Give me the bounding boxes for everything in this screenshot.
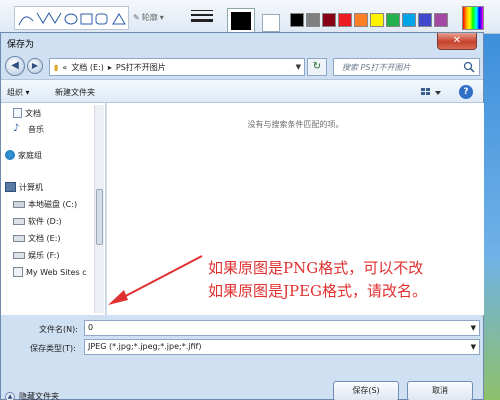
chevron-down-icon: ▾: [159, 12, 164, 22]
cancel-button[interactable]: 取消: [407, 381, 473, 400]
system-drive-icon: [13, 200, 25, 208]
palette-swatch[interactable]: [338, 13, 352, 27]
address-prefix: «: [62, 62, 68, 72]
palette-swatch[interactable]: [386, 13, 400, 27]
palette-swatch[interactable]: [290, 13, 304, 27]
nav-item-computer[interactable]: 计算机: [5, 179, 100, 195]
brush-icon: ✎: [133, 12, 140, 22]
organize-button[interactable]: 组织 ▾: [7, 87, 30, 98]
filename-field[interactable]: 0 ▼: [84, 320, 480, 336]
close-button[interactable]: ✕: [437, 33, 477, 50]
search-icon: [463, 61, 475, 73]
new-folder-button[interactable]: 新建文件夹: [55, 87, 95, 98]
back-arrow-icon: ◀: [11, 60, 19, 71]
folder-icon: ▮: [54, 62, 59, 72]
color1-selector[interactable]: [227, 8, 255, 34]
nav-item-homegroup[interactable]: 家庭组: [5, 147, 100, 163]
edit-colors-icon[interactable]: [462, 6, 484, 30]
nav-item-label: 音乐: [28, 124, 44, 134]
annotation-arrow-icon: [108, 255, 203, 305]
outline-label: 轮廓: [141, 12, 158, 22]
drive-icon: [13, 234, 25, 242]
palette-swatch[interactable]: [418, 13, 432, 27]
computer-icon: [5, 182, 16, 192]
save-as-dialog: 保存为 ✕ ◀ ▶ ▮ « 文档 (E:) ▸ PS打不开图片 ▼ ↻ 搜索 P…: [0, 32, 484, 400]
refresh-icon: ↻: [312, 61, 322, 72]
filename-label: 文件名(N):: [39, 325, 78, 334]
drive-icon: [13, 217, 25, 225]
breadcrumb-drive[interactable]: 文档 (E:): [71, 62, 104, 73]
color1-swatch: [231, 12, 251, 30]
empty-message: 没有与搜索条件匹配的项。: [247, 120, 344, 129]
breadcrumb-separator-icon: ▸: [107, 62, 112, 72]
address-bar[interactable]: ▮ « 文档 (E:) ▸ PS打不开图片 ▼: [49, 58, 305, 76]
nav-item-label: 文档 (E:): [28, 233, 61, 243]
view-options-button[interactable]: [419, 85, 443, 99]
shapes-gallery[interactable]: [14, 6, 129, 30]
annotation-line-1: 如果原图是PNG格式，可以不改: [208, 259, 424, 277]
command-bar: 组织 ▾ 新建文件夹 ?: [1, 79, 483, 103]
save-type-label: 保存类型(T):: [30, 344, 76, 353]
size-button[interactable]: [188, 7, 216, 29]
palette-swatch[interactable]: [434, 13, 448, 27]
shapes-icon: [18, 12, 126, 26]
palette-swatch[interactable]: [402, 13, 416, 27]
dialog-titlebar[interactable]: 保存为 ✕: [1, 33, 483, 51]
dialog-title: 保存为: [7, 40, 35, 50]
palette-swatch[interactable]: [370, 13, 384, 27]
forward-button[interactable]: ▶: [27, 58, 43, 74]
nav-item-label: 家庭组: [18, 150, 42, 160]
nav-item-label: My Web Sites c: [26, 267, 87, 277]
back-button[interactable]: ◀: [5, 56, 25, 76]
chevron-up-icon: ▲: [5, 391, 15, 400]
search-input[interactable]: 搜索 PS打不开图片: [333, 58, 480, 76]
palette-swatch[interactable]: [354, 13, 368, 27]
paint-ribbon: ✎ 轮廓 ▾: [0, 0, 500, 34]
save-type-value: JPEG (*.jpg;*.jpeg;*.jpe;*.jfif): [88, 342, 202, 351]
help-icon[interactable]: ?: [459, 85, 473, 99]
chevron-down-icon[interactable]: ▼: [471, 343, 476, 351]
save-button[interactable]: 保存(S): [333, 381, 399, 400]
navigation-bar: ◀ ▶ ▮ « 文档 (E:) ▸ PS打不开图片 ▼ ↻ 搜索 PS打不开图片: [1, 51, 483, 79]
nav-item-label: 软件 (D:): [28, 216, 62, 226]
outline-button[interactable]: ✎ 轮廓 ▾: [133, 9, 183, 25]
breadcrumb-folder[interactable]: PS打不开图片: [116, 62, 166, 73]
homegroup-icon: [5, 150, 15, 160]
search-placeholder: 搜索 PS打不开图片: [342, 63, 411, 72]
scrollbar-thumb[interactable]: [96, 189, 103, 245]
drive-icon: [13, 251, 25, 259]
color2-selector[interactable]: [262, 14, 280, 32]
forward-arrow-icon: ▶: [31, 61, 39, 70]
network-folder-icon: [13, 267, 23, 277]
nav-item-label: 文档: [25, 108, 41, 118]
nav-item-my-web-sites[interactable]: My Web Sites c: [13, 264, 93, 280]
hide-folders-label: 隐藏文件夹: [19, 392, 59, 400]
nav-item-label: 计算机: [19, 182, 43, 192]
refresh-button[interactable]: ↻: [307, 58, 327, 76]
annotation-line-2: 如果原图是JPEG格式，请改名。: [208, 282, 428, 300]
save-form: 文件名(N): 0 ▼ 保存类型(T): JPEG (*.jpg;*.jpeg;…: [1, 315, 483, 400]
palette-swatch[interactable]: [306, 13, 320, 27]
nav-item-label: 娱乐 (F:): [28, 250, 60, 260]
palette-swatch[interactable]: [322, 13, 336, 27]
chevron-down-icon[interactable]: ▼: [471, 324, 476, 332]
view-grid-icon: [421, 88, 441, 95]
save-type-select[interactable]: JPEG (*.jpg;*.jpeg;*.jpe;*.jfif) ▼: [84, 339, 480, 355]
filename-value: 0: [88, 323, 94, 332]
address-dropdown-icon[interactable]: ▼: [296, 63, 301, 71]
music-icon: ♪: [13, 123, 20, 134]
document-icon: [13, 108, 22, 118]
hide-folders-toggle[interactable]: ▲ 隐藏文件夹: [5, 391, 59, 400]
nav-item-label: 本地磁盘 (C:): [28, 199, 78, 209]
